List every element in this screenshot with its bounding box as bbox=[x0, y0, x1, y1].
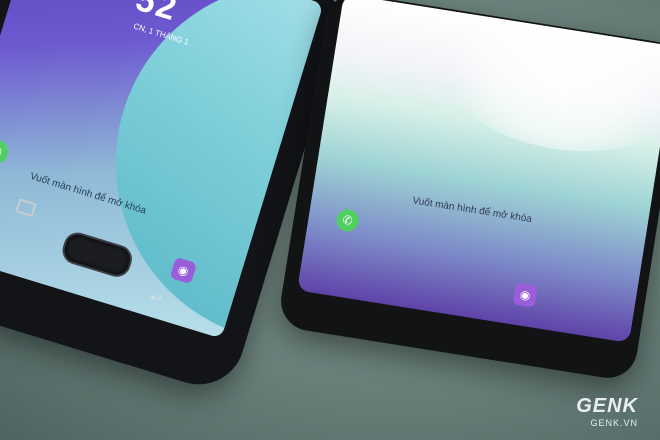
back-icon: ↩ bbox=[148, 288, 165, 308]
phone-icon: ✆ bbox=[335, 207, 361, 233]
unlock-hint: Vuốt màn hình để mở khóa bbox=[411, 195, 533, 226]
photo-scene: 52 CN, 1 THÁNG 1 Vuốt màn hình để mở khó… bbox=[0, 0, 660, 440]
home-button bbox=[59, 229, 136, 281]
recent-apps-icon bbox=[15, 198, 37, 218]
phone-icon: ✆ bbox=[0, 136, 11, 167]
watermark: GENK GENK.VN bbox=[576, 395, 638, 428]
watermark-url: GENK.VN bbox=[590, 418, 638, 428]
watermark-logo: GENK bbox=[576, 395, 638, 417]
right-phone-screen: Vuốt màn hình để mở khóa ✆ ◉ bbox=[297, 0, 660, 343]
camera-icon: ◉ bbox=[512, 282, 538, 308]
screen-glare bbox=[423, 0, 660, 169]
